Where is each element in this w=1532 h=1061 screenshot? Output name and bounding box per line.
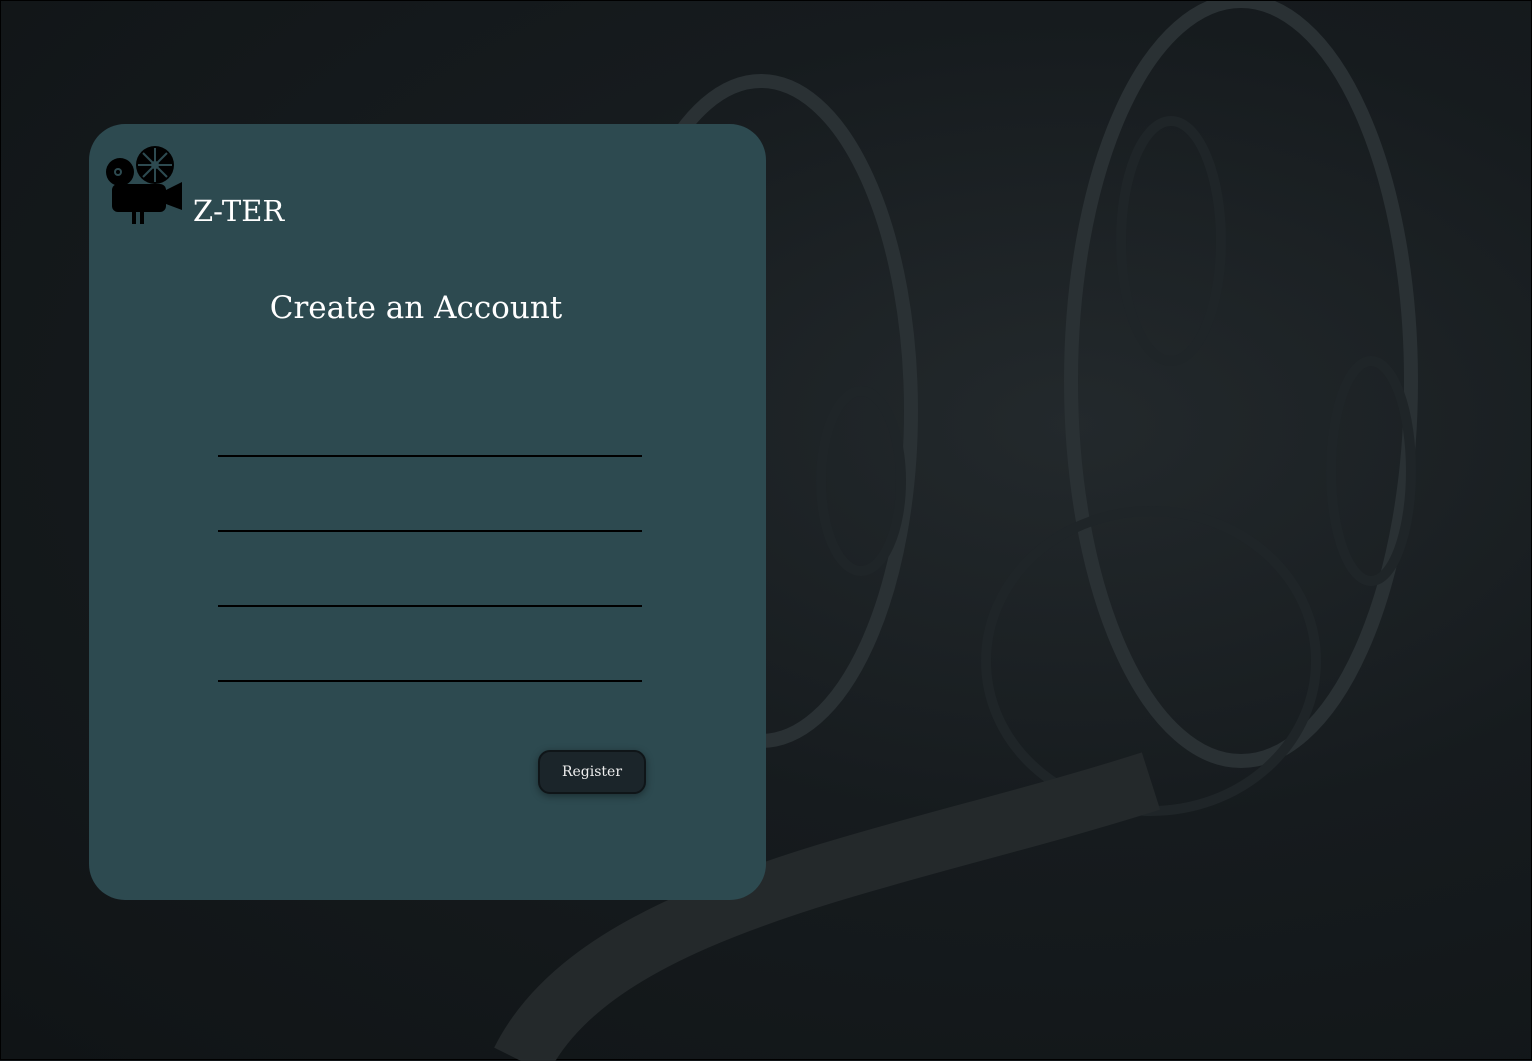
page-title: Create an Account	[269, 290, 563, 326]
register-card: Z-TER Create an Account Register	[89, 124, 766, 900]
register-field-4[interactable]	[218, 642, 642, 682]
register-field-3[interactable]	[218, 567, 642, 607]
brand-name: Z-TER	[193, 194, 285, 228]
register-button[interactable]: Register	[538, 750, 646, 794]
register-field-2[interactable]	[218, 492, 642, 532]
film-projector-icon	[106, 146, 182, 224]
register-field-1[interactable]	[218, 417, 642, 457]
